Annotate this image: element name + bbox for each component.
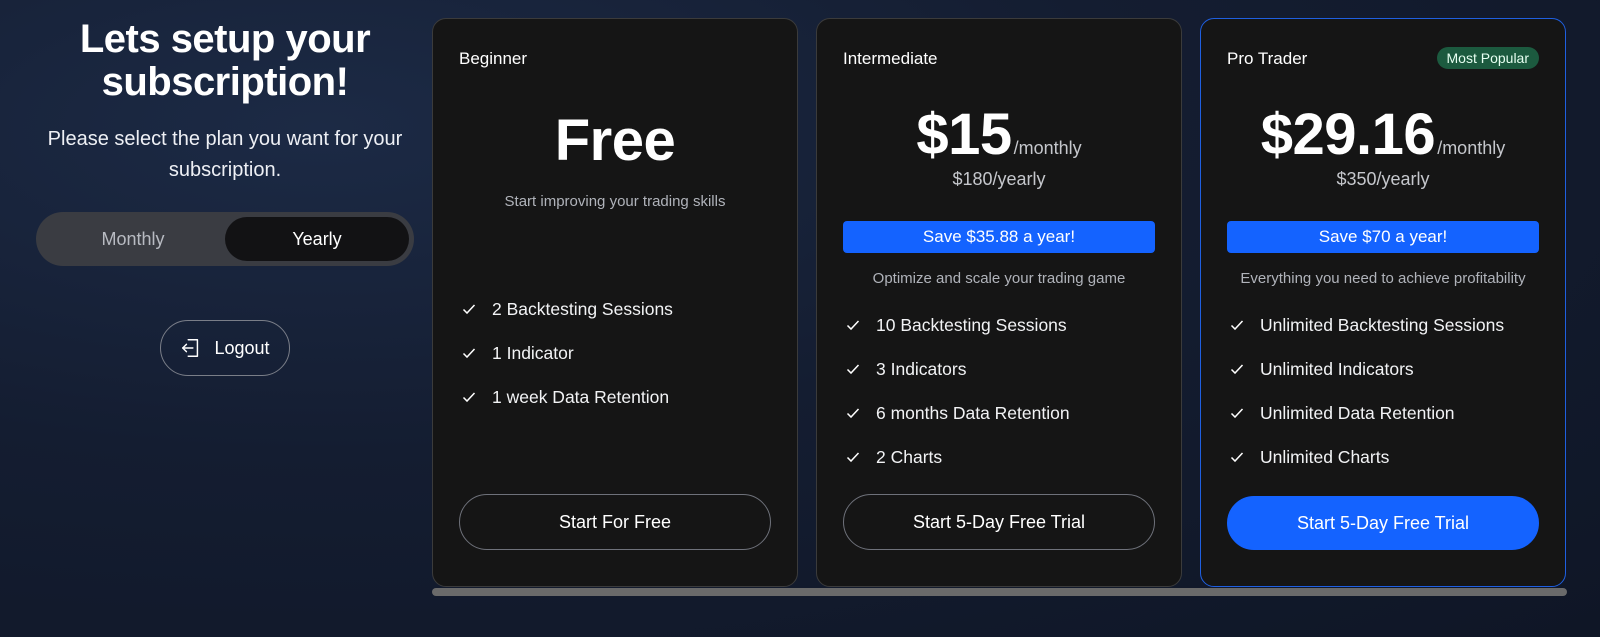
check-icon: [846, 452, 860, 463]
savings-banner: Save $70 a year!: [1227, 221, 1539, 253]
feature-item: 2 Charts: [845, 435, 1070, 479]
plan-name: Intermediate: [843, 49, 938, 68]
feature-text: 2 Backtesting Sessions: [492, 298, 673, 319]
feature-text: 3 Indicators: [876, 358, 967, 379]
feature-list: 10 Backtesting Sessions 3 Indicators 6 m…: [845, 303, 1070, 479]
check-icon: [462, 348, 476, 359]
check-icon: [1230, 364, 1244, 375]
check-icon: [846, 320, 860, 331]
plan-price: $15: [916, 102, 1012, 167]
feature-item: Unlimited Backtesting Sessions: [1229, 303, 1504, 347]
feature-item: 3 Indicators: [845, 347, 1070, 391]
toggle-yearly[interactable]: Yearly: [225, 217, 409, 261]
check-icon: [1230, 452, 1244, 463]
plan-description: Optimize and scale your trading game: [872, 270, 1126, 287]
start-free-button[interactable]: Start For Free: [459, 494, 771, 550]
feature-text: 1 week Data Retention: [492, 386, 670, 407]
check-icon: [846, 408, 860, 419]
start-trial-button-intermediate[interactable]: Start 5-Day Free Trial: [843, 494, 1155, 550]
savings-banner: Save $35.88 a year!: [843, 221, 1155, 253]
feature-text: 1 Indicator: [492, 342, 574, 363]
check-icon: [846, 364, 860, 375]
left-panel: Lets setup your subscription! Please sel…: [30, 18, 420, 376]
plan-name: Beginner: [459, 49, 528, 68]
plan-name: Pro Trader: [1227, 49, 1308, 68]
check-icon: [1230, 408, 1244, 419]
price-period: /monthly: [1013, 138, 1082, 158]
logout-button[interactable]: Logout: [160, 320, 290, 376]
horizontal-scrollbar[interactable]: [432, 588, 1567, 596]
feature-text: Unlimited Data Retention: [1260, 402, 1455, 423]
yearly-price: $180/yearly: [952, 169, 1046, 189]
plan-price: Free: [554, 108, 676, 173]
check-icon: [462, 392, 476, 403]
plan-card-intermediate: Intermediate $15 /monthly $180/yearly Sa…: [816, 18, 1182, 587]
feature-text: 10 Backtesting Sessions: [876, 314, 1067, 335]
toggle-monthly[interactable]: Monthly: [41, 217, 225, 261]
feature-text: 6 months Data Retention: [876, 402, 1070, 423]
plan-description: Start improving your trading skills: [504, 193, 726, 210]
most-popular-badge: Most Popular: [1436, 47, 1539, 69]
feature-list: 2 Backtesting Sessions 1 Indicator 1 wee…: [461, 287, 673, 419]
plan-description: Everything you need to achieve profitabi…: [1240, 270, 1526, 287]
yearly-price: $350/yearly: [1336, 169, 1430, 189]
page-title: Lets setup your subscription!: [79, 17, 371, 104]
feature-item: 1 Indicator: [461, 331, 673, 375]
feature-text: Unlimited Backtesting Sessions: [1260, 314, 1505, 335]
start-trial-button-pro[interactable]: Start 5-Day Free Trial: [1227, 496, 1539, 550]
check-icon: [462, 304, 476, 315]
feature-item: Unlimited Data Retention: [1229, 391, 1504, 435]
billing-period-toggle[interactable]: Monthly Yearly: [36, 212, 414, 266]
plan-card-beginner: Beginner Free Start improving your tradi…: [432, 18, 798, 587]
plan-price: $29.16: [1260, 102, 1436, 167]
feature-item: 2 Backtesting Sessions: [461, 287, 673, 331]
feature-item: 1 week Data Retention: [461, 375, 673, 419]
feature-text: Unlimited Indicators: [1260, 358, 1414, 379]
price-row: $15 /monthly: [817, 101, 1181, 168]
feature-text: Unlimited Charts: [1260, 446, 1390, 467]
feature-list: Unlimited Backtesting Sessions Unlimited…: [1229, 303, 1504, 479]
page-title-line-2: subscription!: [101, 60, 349, 104]
price-period: /monthly: [1437, 138, 1506, 158]
feature-item: Unlimited Indicators: [1229, 347, 1504, 391]
feature-text: 2 Charts: [876, 446, 943, 467]
logout-icon: [182, 339, 199, 357]
plan-card-pro-trader: Pro Trader Most Popular $29.16 /monthly …: [1200, 18, 1566, 587]
logout-label: Logout: [214, 337, 270, 358]
page-subtitle: Please select the plan you want for your…: [47, 128, 403, 181]
feature-item: 10 Backtesting Sessions: [845, 303, 1070, 347]
price-row: Free: [433, 107, 797, 174]
price-row: $29.16 /monthly: [1201, 101, 1565, 168]
check-icon: [1230, 320, 1244, 331]
feature-item: Unlimited Charts: [1229, 435, 1504, 479]
feature-item: 6 months Data Retention: [845, 391, 1070, 435]
page-title-line-1: Lets setup your: [79, 17, 371, 61]
